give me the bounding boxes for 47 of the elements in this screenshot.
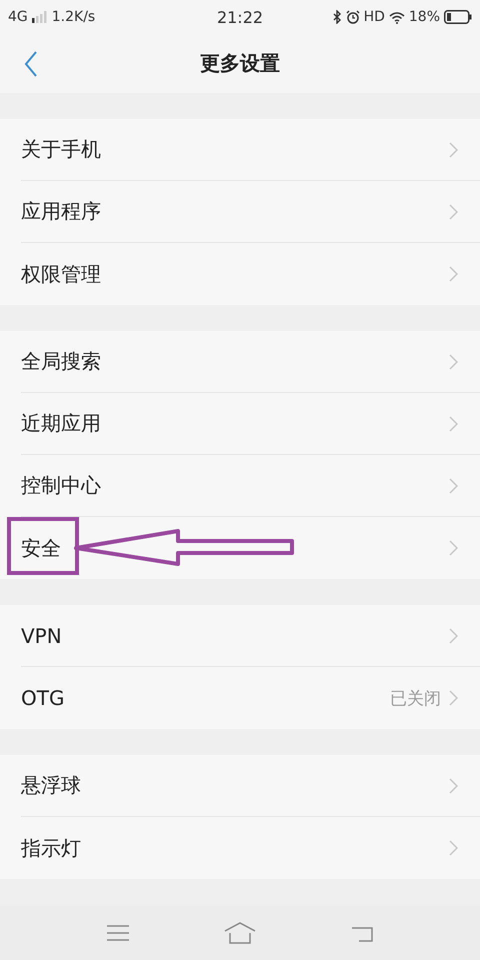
settings-item[interactable]: VPN — [21, 605, 480, 667]
wifi-icon — [388, 10, 405, 24]
chevron-icon — [449, 354, 458, 370]
settings-item[interactable]: 悬浮球 — [21, 755, 480, 817]
battery-icon — [444, 10, 472, 24]
settings-item[interactable]: 全局搜索 — [21, 331, 480, 393]
item-value: 已关闭 — [390, 688, 441, 710]
item-label: 悬浮球 — [21, 772, 81, 799]
signal-icon — [32, 11, 48, 23]
item-label: 应用程序 — [21, 198, 101, 225]
network-type: 4G — [8, 9, 28, 25]
chevron-icon — [449, 204, 458, 220]
chevron-icon — [449, 142, 458, 158]
network-speed: 1.2K/s — [52, 9, 96, 25]
item-label: 全局搜索 — [21, 348, 101, 375]
battery-percent: 18% — [408, 9, 440, 25]
item-label: 指示灯 — [21, 834, 81, 862]
chevron-icon — [449, 478, 458, 494]
settings-item[interactable]: 指示灯 — [21, 817, 480, 879]
chevron-icon — [449, 416, 458, 432]
chevron-icon — [449, 690, 458, 706]
chevron-icon — [449, 778, 458, 794]
item-label: OTG — [21, 686, 64, 710]
settings-item[interactable]: 关于手机 — [21, 119, 480, 181]
chevron-icon — [449, 540, 458, 556]
chevron-icon — [449, 266, 458, 282]
item-label: 安全 — [21, 534, 61, 562]
settings-item[interactable]: 近期应用 — [21, 393, 480, 455]
settings-item[interactable]: 安全 — [21, 517, 480, 579]
item-label: 权限管理 — [21, 260, 101, 288]
menu-icon[interactable] — [107, 924, 130, 942]
clock: 21:22 — [216, 8, 264, 26]
item-label: 关于手机 — [21, 136, 101, 163]
hd-indicator: HD — [364, 9, 385, 25]
item-label: VPN — [21, 624, 62, 648]
home-icon[interactable] — [224, 922, 256, 944]
chevron-icon — [449, 628, 458, 644]
settings-item[interactable]: 权限管理 — [21, 243, 480, 305]
item-label: 近期应用 — [21, 410, 101, 437]
page-title: 更多设置 — [200, 50, 280, 77]
alarm-icon — [346, 10, 360, 24]
item-label: 控制中心 — [21, 472, 101, 499]
chevron-icon — [449, 840, 458, 856]
settings-item[interactable]: OTG 已关闭 — [21, 667, 480, 729]
bluetooth-icon — [332, 10, 342, 24]
settings-item[interactable]: 应用程序 — [21, 181, 480, 243]
settings-item[interactable]: 控制中心 — [21, 455, 480, 517]
